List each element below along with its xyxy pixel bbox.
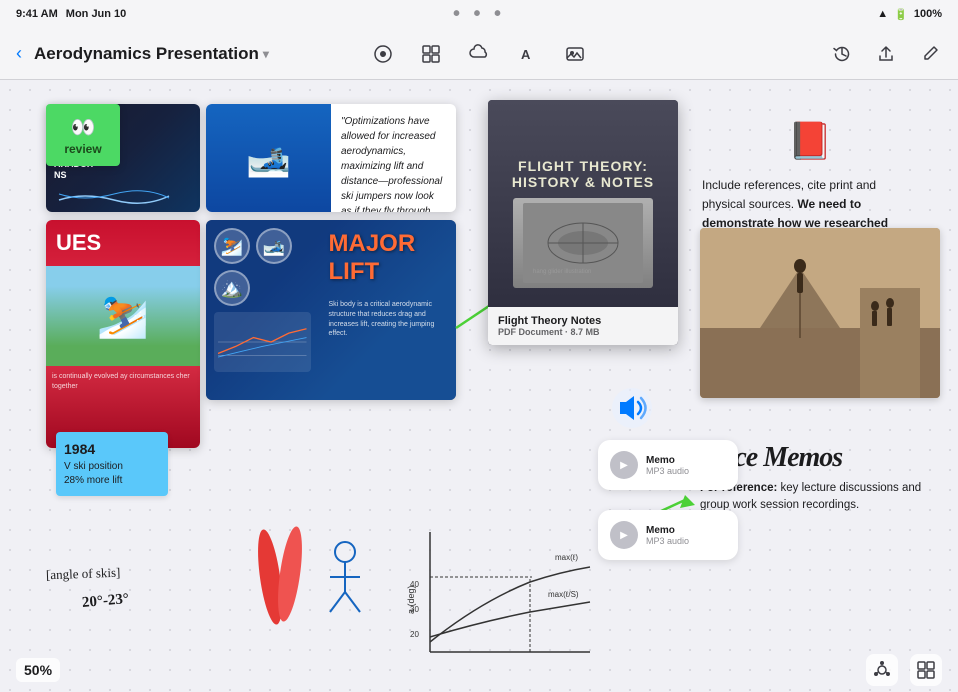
memo-play-button-2[interactable]: ▶ <box>610 521 638 549</box>
battery-percent: 100% <box>914 8 942 20</box>
book-file-name: Flight Theory Notes <box>498 315 668 327</box>
slide-quote[interactable]: 🎿 "Optimizations have allowed for increa… <box>206 104 456 212</box>
audio-speaker-icon <box>610 386 654 439</box>
sticky-review-label: review <box>64 142 101 156</box>
bottom-grid-icon[interactable] <box>910 654 942 686</box>
slide-issues[interactable]: UES ⛷️ is continually evolved ay circums… <box>46 220 200 448</box>
memo-play-button-1[interactable]: ▶ <box>610 451 638 479</box>
slide-major-lift[interactable]: ⛷️ 🎿 🏔️ MAJOR LIFT <box>206 220 456 400</box>
toolbar-text-icon[interactable]: A <box>511 38 543 70</box>
status-dots: • • • <box>453 0 505 28</box>
memo-type-1: MP3 audio <box>646 466 689 476</box>
title-chevron-icon[interactable]: ▾ <box>263 47 269 61</box>
sticky-review-note[interactable]: 👀 review <box>46 104 120 166</box>
review-eyes-icon: 👀 <box>71 115 96 140</box>
back-button[interactable]: ‹ <box>12 39 26 68</box>
status-bar: 9:41 AM Mon Jun 10 • • • ▲ 🔋 100% <box>0 0 958 28</box>
toolbar: ‹ Aerodynamics Presentation ▾ A <box>0 28 958 80</box>
svg-text:40: 40 <box>410 580 419 589</box>
svg-text:30: 30 <box>410 605 419 614</box>
info-lift: 28% more lift <box>64 474 160 488</box>
memo-card-2[interactable]: ▶ Memo MP3 audio <box>598 510 738 560</box>
toolbar-share-icon[interactable] <box>870 38 902 70</box>
historical-photo[interactable] <box>700 228 940 398</box>
zoom-level[interactable]: 50% <box>16 658 60 682</box>
wifi-icon: ▲ <box>877 8 888 20</box>
book-file-label: Flight Theory Notes PDF Document · 8.7 M… <box>488 307 678 345</box>
status-time: 9:41 AM <box>16 8 58 20</box>
toolbar-edit-icon[interactable] <box>914 38 946 70</box>
memo-card-1[interactable]: ▶ Memo MP3 audio <box>598 440 738 490</box>
toolbar-pen-icon[interactable] <box>367 38 399 70</box>
ski-illustration <box>200 522 400 632</box>
book-icon: 📕 <box>702 112 918 170</box>
svg-text:max(ℓ): max(ℓ) <box>555 553 578 562</box>
toolbar-history-icon[interactable] <box>826 38 858 70</box>
book-file-meta: PDF Document · 8.7 MB <box>498 327 668 337</box>
toolbar-cloud-icon[interactable] <box>463 38 495 70</box>
handwriting-angle-label: [angle of skis] <box>46 565 121 584</box>
voice-memos-description: For reference: key lecture discussions a… <box>700 480 940 515</box>
canvas-area[interactable]: 👀 review NS DYNAMICS N SKIS TANCE ARADOX… <box>0 80 958 692</box>
status-date: Mon Jun 10 <box>66 8 127 20</box>
handwriting-degrees-label: 20°-23° <box>81 591 129 612</box>
title-text: Aerodynamics Presentation <box>34 44 259 64</box>
svg-text:max(ℓ/S): max(ℓ/S) <box>548 590 579 599</box>
toolbar-image-icon[interactable] <box>559 38 591 70</box>
book-title: FLIGHT THEORY:HISTORY & NOTES <box>512 158 654 190</box>
issues-body: is continually evolved ay circumstances … <box>46 366 200 398</box>
info-sticky-1984[interactable]: 1984 V ski position 28% more lift <box>56 432 168 496</box>
slide-quote-text: "Optimizations have allowed for increase… <box>341 116 442 212</box>
slide4-body: Ski body is a critical aerodynamic struc… <box>319 296 457 343</box>
bottom-share-icon[interactable] <box>866 654 898 686</box>
bottom-toolbar: 50% <box>0 648 958 692</box>
svg-text:hang glider illustration: hang glider illustration <box>533 269 591 275</box>
flight-theory-book[interactable]: FLIGHT THEORY:HISTORY & NOTES hang glide… <box>488 100 678 345</box>
memo-type-2: MP3 audio <box>646 536 689 546</box>
svg-text:A: A <box>521 47 531 62</box>
memo-name-1: Memo <box>646 455 689 466</box>
book-image: hang glider illustration <box>513 198 653 288</box>
document-title: Aerodynamics Presentation ▾ <box>34 44 269 64</box>
svg-text:20: 20 <box>410 630 419 639</box>
info-position: V ski position <box>64 460 160 474</box>
memo-name-2: Memo <box>646 525 689 536</box>
toolbar-grid-icon[interactable] <box>415 38 447 70</box>
slide4-heading: MAJOR LIFT <box>319 220 457 296</box>
battery-icon: 🔋 <box>894 8 908 21</box>
